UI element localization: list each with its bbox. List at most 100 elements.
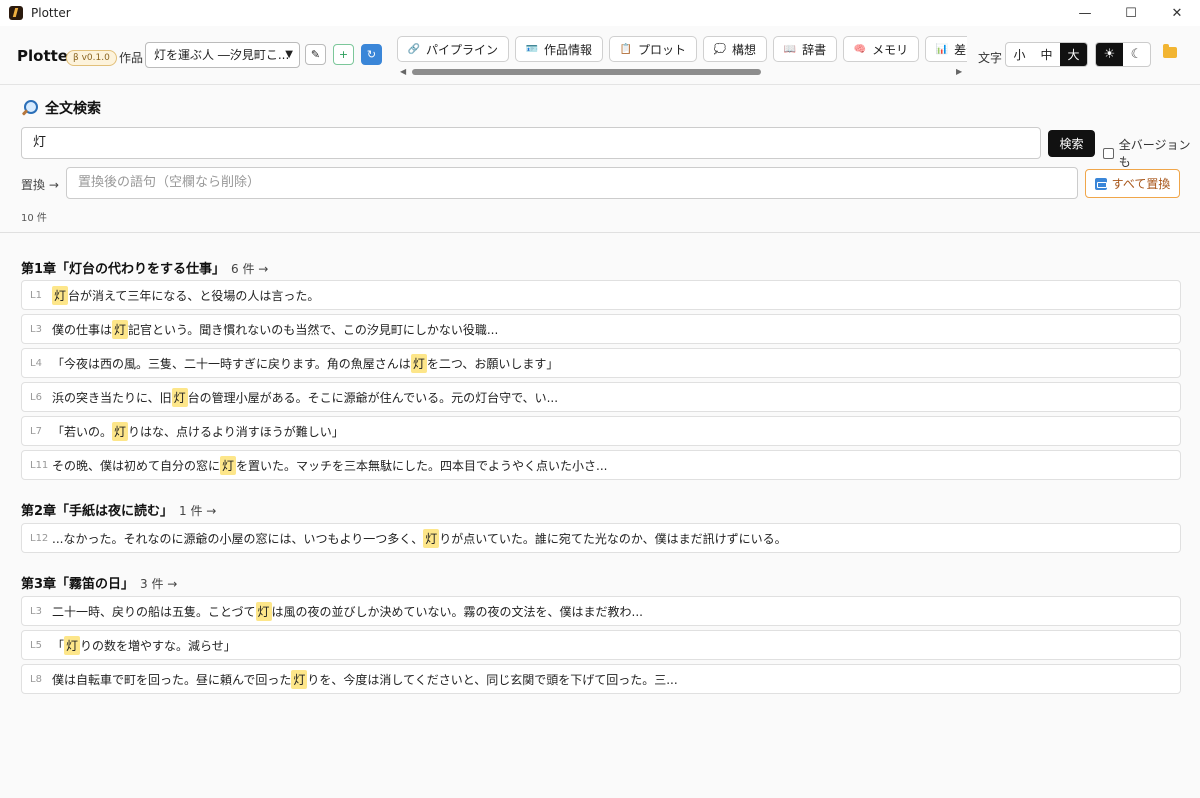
memory-icon: 🧠 xyxy=(853,43,867,55)
result-row[interactable]: L6 浜の突き当たりに、旧灯台の管理小屋がある。そこに源爺が住んでいる。元の灯台守… xyxy=(21,382,1181,412)
work-select[interactable]: 灯を運ぶ人 ―汐見町こ... ▼ xyxy=(145,42,300,68)
result-row[interactable]: L3 二十一時、戻りの船は五隻。ことづて灯は風の夜の並びしか決めていない。霧の夜の… xyxy=(21,596,1181,626)
font-size-toggle: 小 中 大 xyxy=(1005,42,1088,67)
result-row[interactable]: L8 僕は自転車で町を回った。昼に頼んで回った灯りを、今度は消してくださいと、同じ… xyxy=(21,664,1181,694)
moon-icon[interactable]: ☾ xyxy=(1123,43,1150,66)
row-text-before: ...なかった。それなのに源爺の小屋の窓には、いつもより一つ多く、 xyxy=(52,531,424,546)
tab-list: 🔗パイプライン 🪪作品情報 📋プロット 💭構想 📖辞書 🧠メモリ 📊差分 🔍一 xyxy=(397,36,967,62)
tab-label: プロット xyxy=(638,42,687,57)
row-text-after: 記官という。聞き慣れないのも当然で、この汐見町にしかない役職... xyxy=(128,322,499,337)
font-size-large[interactable]: 大 xyxy=(1060,43,1087,66)
match-highlight: 灯 xyxy=(220,455,237,475)
line-number: L3 xyxy=(30,323,42,335)
replace-input[interactable]: 置換後の語句（空欄なら削除） xyxy=(66,167,1078,199)
tab-scrollbar[interactable]: ◀ ▶ xyxy=(397,67,967,77)
add-work-button[interactable]: + xyxy=(333,44,354,65)
sun-icon[interactable]: ☀ xyxy=(1096,43,1123,66)
match-highlight: 灯 xyxy=(410,353,427,373)
tab-dictionary[interactable]: 📖 辞書 xyxy=(773,36,838,62)
chapter-title: 第2章「手紙は夜に読む」 xyxy=(21,504,174,519)
all-versions-label: 全バージョンも xyxy=(1118,138,1191,169)
result-row[interactable]: L7 「若いの。灯りはな、点けるより消すほうが難しい」 xyxy=(21,416,1181,446)
chapter-heading[interactable]: 第3章「霧笛の日」 3 件 → xyxy=(21,573,177,592)
tab-pipeline[interactable]: 🔗 パイプライン xyxy=(397,36,510,62)
maximize-button[interactable]: ☐ xyxy=(1108,0,1154,26)
row-text-after: りが点いていた。誰に宛てた光なのか、僕はまだ訊けずにいる。 xyxy=(439,531,787,546)
line-number: L5 xyxy=(30,639,42,651)
row-text-before: その晩、僕は初めて自分の窓に xyxy=(52,458,221,473)
tab-label: メモリ xyxy=(872,42,909,57)
work-label: 作品 xyxy=(119,51,144,65)
row-text-after: は風の夜の並びしか決めていない。霧の夜の文法を、僕はまだ教わ... xyxy=(271,604,643,619)
close-button[interactable]: ✕ xyxy=(1154,0,1200,26)
search-button[interactable]: 検索 xyxy=(1048,130,1095,157)
window-controls: — ☐ ✕ xyxy=(1062,0,1200,26)
app-icon xyxy=(9,6,23,20)
match-highlight: 灯 xyxy=(112,319,129,339)
tab-label: 作品情報 xyxy=(544,42,593,57)
chapter-heading[interactable]: 第2章「手紙は夜に読む」 1 件 → xyxy=(21,500,216,519)
result-row[interactable]: L3 僕の仕事は灯記官という。聞き慣れないのも当然で、この汐見町にしかない役職..… xyxy=(21,314,1181,344)
chevron-down-icon: ▼ xyxy=(285,49,293,60)
book-icon: 📖 xyxy=(783,43,797,55)
tab-diff[interactable]: 📊 差分 xyxy=(925,36,967,62)
page-title: 全文検索 xyxy=(21,98,101,118)
tab-work-info[interactable]: 🪪 作品情報 xyxy=(515,36,604,62)
all-versions-checkbox[interactable]: 全バージョンも xyxy=(1103,136,1200,170)
match-highlight: 灯 xyxy=(423,528,440,548)
row-text-before: 浜の突き当たりに、旧 xyxy=(52,390,172,405)
chapter-title: 第1章「灯台の代わりをする仕事」 xyxy=(21,262,226,277)
row-text-before: 「今夜は西の風。三隻、二十一時すぎに戻ります。角の魚屋さんは xyxy=(52,356,411,371)
row-text-after: りはな、点けるより消すほうが難しい」 xyxy=(128,424,344,439)
line-number: L8 xyxy=(30,673,42,685)
result-row[interactable]: L11 その晩、僕は初めて自分の窓に灯を置いた。マッチを三本無駄にした。四本目でよ… xyxy=(21,450,1181,480)
folder-icon[interactable] xyxy=(1163,44,1177,58)
scroll-left-icon[interactable]: ◀ xyxy=(400,67,406,76)
line-number: L11 xyxy=(30,459,49,471)
clipboard-icon: 📋 xyxy=(619,43,633,55)
link-icon: 🔗 xyxy=(407,43,421,55)
tab-label: 構想 xyxy=(732,42,757,57)
font-size-small[interactable]: 小 xyxy=(1006,43,1033,66)
thought-bubble-icon: 💭 xyxy=(713,43,727,55)
tab-concept[interactable]: 💭 構想 xyxy=(703,36,768,62)
pencil-icon: ✎ xyxy=(310,48,321,61)
result-row[interactable]: L5 「灯りの数を増やすな。減らせ」 xyxy=(21,630,1181,660)
font-size-medium[interactable]: 中 xyxy=(1033,43,1060,66)
minimize-button[interactable]: — xyxy=(1062,0,1108,26)
edit-work-button[interactable]: ✎ xyxy=(305,44,326,65)
result-count: 10 件 xyxy=(21,213,47,224)
replace-label: 置換 → xyxy=(21,178,59,192)
replace-all-button[interactable]: すべて置換 xyxy=(1085,169,1180,198)
refresh-button[interactable]: ↻ xyxy=(361,44,382,65)
chapter-heading[interactable]: 第1章「灯台の代わりをする仕事」 6 件 → xyxy=(21,258,268,277)
version-badge: β v0.1.0 xyxy=(66,50,117,66)
page-title-text: 全文検索 xyxy=(45,101,101,117)
replace-all-label: すべて置換 xyxy=(1111,177,1171,191)
line-number: L6 xyxy=(30,391,42,403)
chapter-title: 第3章「霧笛の日」 xyxy=(21,577,135,592)
row-text-before: 二十一時、戻りの船は五隻。ことづて xyxy=(52,604,256,619)
scrollbar-thumb[interactable] xyxy=(412,69,761,75)
row-text-before: 僕は自転車で町を回った。昼に頼んで回った xyxy=(52,672,292,687)
tab-strip: 🔗パイプライン 🪪作品情報 📋プロット 💭構想 📖辞書 🧠メモリ 📊差分 🔍一 … xyxy=(397,36,967,84)
row-text-before: 「 xyxy=(52,638,65,653)
chapter-count: 6 件 → xyxy=(231,262,269,276)
chart-icon: 📊 xyxy=(935,43,949,55)
tab-plot[interactable]: 📋 プロット xyxy=(609,36,698,62)
magnifier-icon xyxy=(21,100,38,116)
scroll-right-icon[interactable]: ▶ xyxy=(956,67,962,76)
result-row[interactable]: L4 「今夜は西の風。三隻、二十一時すぎに戻ります。角の魚屋さんは灯を二つ、お願い… xyxy=(21,348,1181,378)
tab-memory[interactable]: 🧠 メモリ xyxy=(843,36,920,62)
match-highlight: 灯 xyxy=(171,387,188,407)
tab-label: パイプライン xyxy=(426,42,499,57)
result-row[interactable]: L1 灯台が消えて三年になる、と役場の人は言った。 xyxy=(21,280,1181,310)
checkbox-icon[interactable] xyxy=(1103,147,1114,159)
replace-icon xyxy=(1094,177,1107,190)
chapter-count: 3 件 → xyxy=(140,577,178,591)
match-highlight: 灯 xyxy=(291,669,308,689)
search-panel: 全文検索 灯 検索 全バージョンも 置換 → 置換後の語句（空欄なら削除） すべ… xyxy=(0,85,1200,233)
theme-toggle: ☀ ☾ xyxy=(1095,42,1151,67)
result-row[interactable]: L12 ...なかった。それなのに源爺の小屋の窓には、いつもより一つ多く、灯りが点… xyxy=(21,523,1181,553)
search-input[interactable]: 灯 xyxy=(21,127,1041,159)
